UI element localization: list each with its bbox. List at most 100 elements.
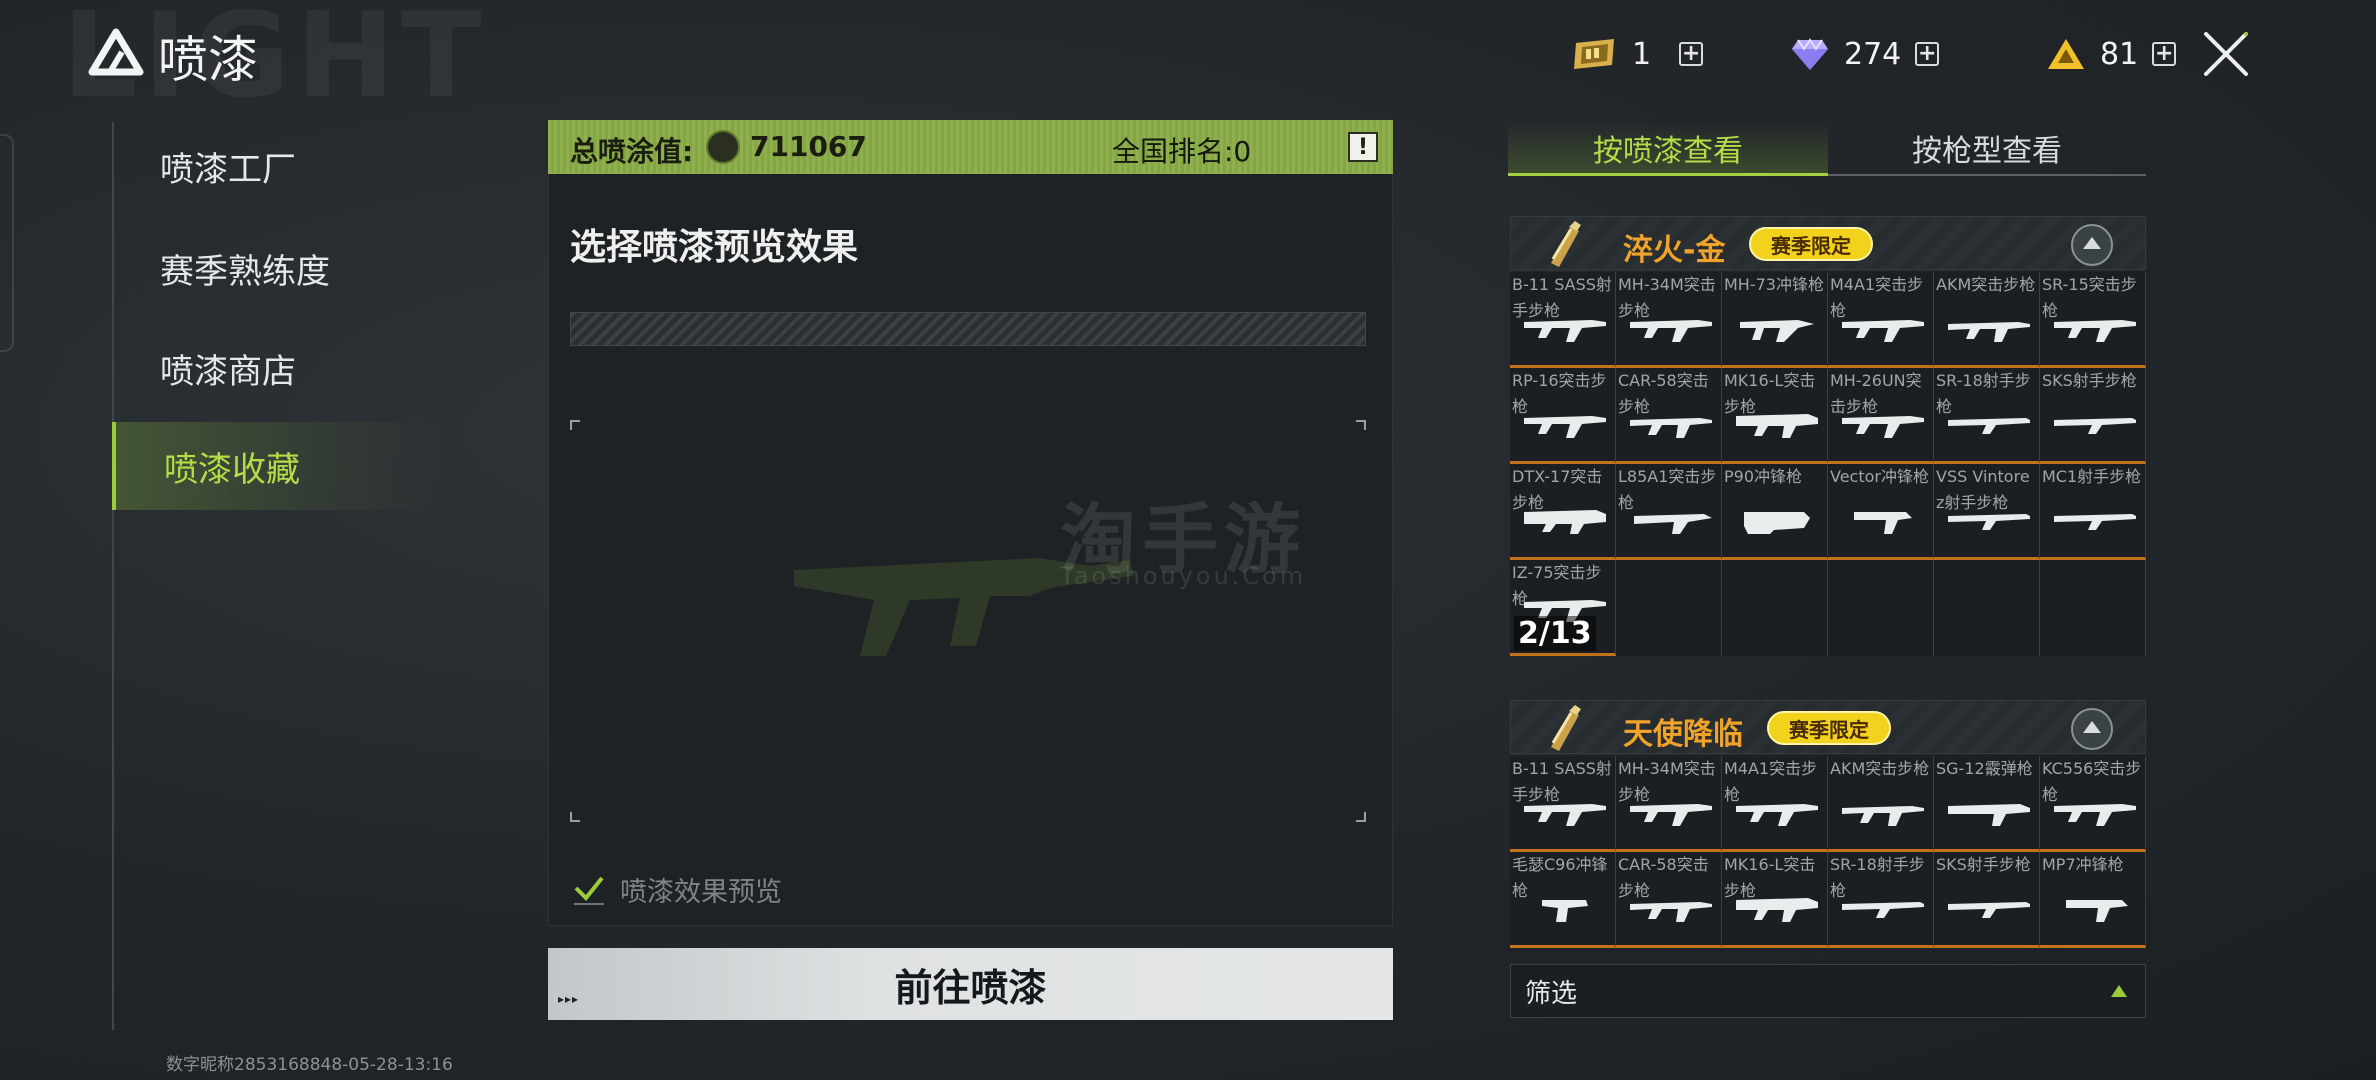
collapse-button[interactable] <box>2071 708 2113 750</box>
rifle-icon <box>1736 898 1818 922</box>
ticket-amount: 1 <box>1632 36 1652 72</box>
group-header[interactable]: 天使降临 赛季限定 <box>1510 700 2146 754</box>
watermark-url-text: Taoshouyou.Com <box>1060 562 1307 590</box>
weapon-cell[interactable]: Vector冲锋枪 <box>1828 464 1934 560</box>
sidebar-item-paint-collection[interactable]: 喷漆收藏 <box>112 422 442 510</box>
currency-ticket: 1 + <box>1570 30 1704 78</box>
info-button[interactable]: ! <box>1348 132 1378 162</box>
add-diamond-button[interactable]: + <box>1915 42 1940 66</box>
weapon-cell[interactable]: SR-18射手步枪 <box>1934 368 2040 464</box>
tab-view-by-paint[interactable]: 按喷漆查看 <box>1508 122 1828 176</box>
weapon-name: Vector冲锋枪 <box>1830 467 1929 486</box>
rifle-icon <box>1842 320 1924 342</box>
empty-cell <box>1934 560 2040 656</box>
rifle-icon <box>1842 416 1924 438</box>
weapon-name: P90冲锋枪 <box>1724 467 1803 486</box>
go-paint-button-label: 前往喷漆 <box>894 965 1047 1010</box>
sidebar-item-paint-factory[interactable]: 喷漆工厂 <box>112 122 442 210</box>
weapon-cell[interactable]: P90冲锋枪 <box>1722 464 1828 560</box>
smg-icon <box>1740 320 1814 342</box>
weapon-name: AKM突击步枪 <box>1936 275 2036 294</box>
currency-gold: 81 + <box>2046 30 2177 78</box>
weapon-cell[interactable]: 毛瑟C96冲锋枪 <box>1510 852 1616 948</box>
paint-group-quench-gold: 淬火-金 赛季限定 B-11 SASS射手步枪 MH-34M突击步枪 MH-73… <box>1510 216 2146 668</box>
add-gold-button[interactable]: + <box>2152 42 2177 66</box>
sidebar-item-paint-shop[interactable]: 喷漆商店 <box>112 324 442 412</box>
rifle-icon <box>2054 804 2136 826</box>
rifle-icon <box>1736 414 1818 438</box>
rifle-icon <box>1842 806 1924 826</box>
weapon-cell[interactable]: MH-34M突击步枪 <box>1616 756 1722 852</box>
close-icon[interactable] <box>2200 28 2252 80</box>
rifle-icon <box>1630 804 1712 826</box>
gold-triangle-icon <box>2048 39 2084 69</box>
go-paint-button[interactable]: 前往喷漆 ▸▸▸ <box>548 948 1393 1020</box>
diamond-icon <box>1792 38 1828 70</box>
pistol-icon <box>1542 900 1588 922</box>
weapon-cell[interactable]: M4A1突击步枪 <box>1722 756 1828 852</box>
empty-cell <box>2040 560 2146 656</box>
weapon-grid: B-11 SASS射手步枪 MH-34M突击步枪 M4A1突击步枪 AKM突击步… <box>1510 756 2146 948</box>
weapon-cell[interactable]: MH-34M突击步枪 <box>1616 272 1722 368</box>
rifle-icon <box>1630 902 1712 922</box>
preview-toggle-label[interactable]: 喷漆效果预览 <box>620 870 782 909</box>
add-ticket-button[interactable]: + <box>1679 42 1704 66</box>
weapon-cell[interactable]: VSS Vintorez射手步枪 <box>1934 464 2040 560</box>
weapon-name: SKS射手步枪 <box>1936 855 2031 874</box>
rifle-icon <box>1524 320 1606 342</box>
page-title: 喷漆 <box>158 31 258 89</box>
score-coin-icon <box>706 130 740 164</box>
weapon-cell[interactable]: AKM突击步枪 <box>1828 756 1934 852</box>
weapon-cell[interactable]: SR-18射手步枪 <box>1828 852 1934 948</box>
filter-dropdown[interactable]: 筛选 <box>1510 964 2146 1018</box>
weapon-cell[interactable]: MK16-L突击步枪 <box>1722 368 1828 464</box>
weapon-cell[interactable]: KC556突击步枪 <box>2040 756 2146 852</box>
rifle-icon <box>1524 804 1606 826</box>
preview-title: 选择喷漆预览效果 <box>570 227 859 268</box>
left-edge-tab[interactable] <box>0 134 14 352</box>
triangle-up-icon <box>2111 985 2127 997</box>
weapon-cell[interactable]: IZ-75突击步枪 2/13 <box>1510 560 1616 656</box>
weapon-cell[interactable]: MP7冲锋枪 <box>2040 852 2146 948</box>
weapon-cell[interactable]: L85A1突击步枪 <box>1616 464 1722 560</box>
weapon-cell[interactable]: RP-16突击步枪 <box>1510 368 1616 464</box>
empty-cell <box>1722 560 1828 656</box>
weapon-cell[interactable]: B-11 SASS射手步枪 <box>1510 272 1616 368</box>
sniper-icon <box>1842 902 1924 918</box>
weapon-cell[interactable]: MK16-L突击步枪 <box>1722 852 1828 948</box>
weapon-cell[interactable]: SR-15突击步枪 <box>2040 272 2146 368</box>
weapon-cell[interactable]: MC1射手步枪 <box>2040 464 2146 560</box>
weapon-cell[interactable]: MH-73冲锋枪 <box>1722 272 1828 368</box>
weapon-cell[interactable]: M4A1突击步枪 <box>1828 272 1934 368</box>
weapon-cell[interactable]: CAR-58突击步枪 <box>1616 368 1722 464</box>
weapon-cell[interactable]: DTX-17突击步枪 <box>1510 464 1616 560</box>
shotgun-icon <box>1948 804 2030 826</box>
weapon-name: MH-73冲锋枪 <box>1724 275 1824 294</box>
sidebar-item-season-mastery[interactable]: 赛季熟练度 <box>112 224 442 312</box>
gold-amount: 81 <box>2100 36 2139 72</box>
weapon-cell[interactable]: SG-12霰弹枪 <box>1934 756 2040 852</box>
checkmark-icon[interactable] <box>572 874 606 906</box>
weapon-cell[interactable]: SKS射手步枪 <box>1934 852 2040 948</box>
bullpup-rifle-icon <box>1634 514 1712 534</box>
tab-view-by-gun[interactable]: 按枪型查看 <box>1828 122 2146 176</box>
rifle-icon <box>2054 320 2136 342</box>
collection-progress: 2/13 <box>1514 616 1596 651</box>
sniper-icon <box>2054 514 2136 530</box>
rifle-icon <box>1630 418 1712 438</box>
group-header[interactable]: 淬火-金 赛季限定 <box>1510 216 2146 270</box>
weapon-cell[interactable]: CAR-58突击步枪 <box>1616 852 1722 948</box>
weapon-cell[interactable]: SKS射手步枪 <box>2040 368 2146 464</box>
sniper-icon <box>1948 418 2030 434</box>
group-name: 淬火-金 <box>1623 233 1726 268</box>
weapon-cell[interactable]: B-11 SASS射手步枪 <box>1510 756 1616 852</box>
collapse-button[interactable] <box>2071 224 2113 266</box>
spray-can-icon <box>1551 221 1581 267</box>
weapon-cell[interactable]: MH-26UN突击步枪 <box>1828 368 1934 464</box>
rifle-icon <box>1630 320 1712 342</box>
group-name: 天使降临 <box>1623 717 1743 752</box>
sniper-icon <box>1948 902 2030 918</box>
rifle-icon <box>1524 510 1606 534</box>
season-limited-badge: 赛季限定 <box>1767 711 1891 745</box>
weapon-cell[interactable]: AKM突击步枪 <box>1934 272 2040 368</box>
